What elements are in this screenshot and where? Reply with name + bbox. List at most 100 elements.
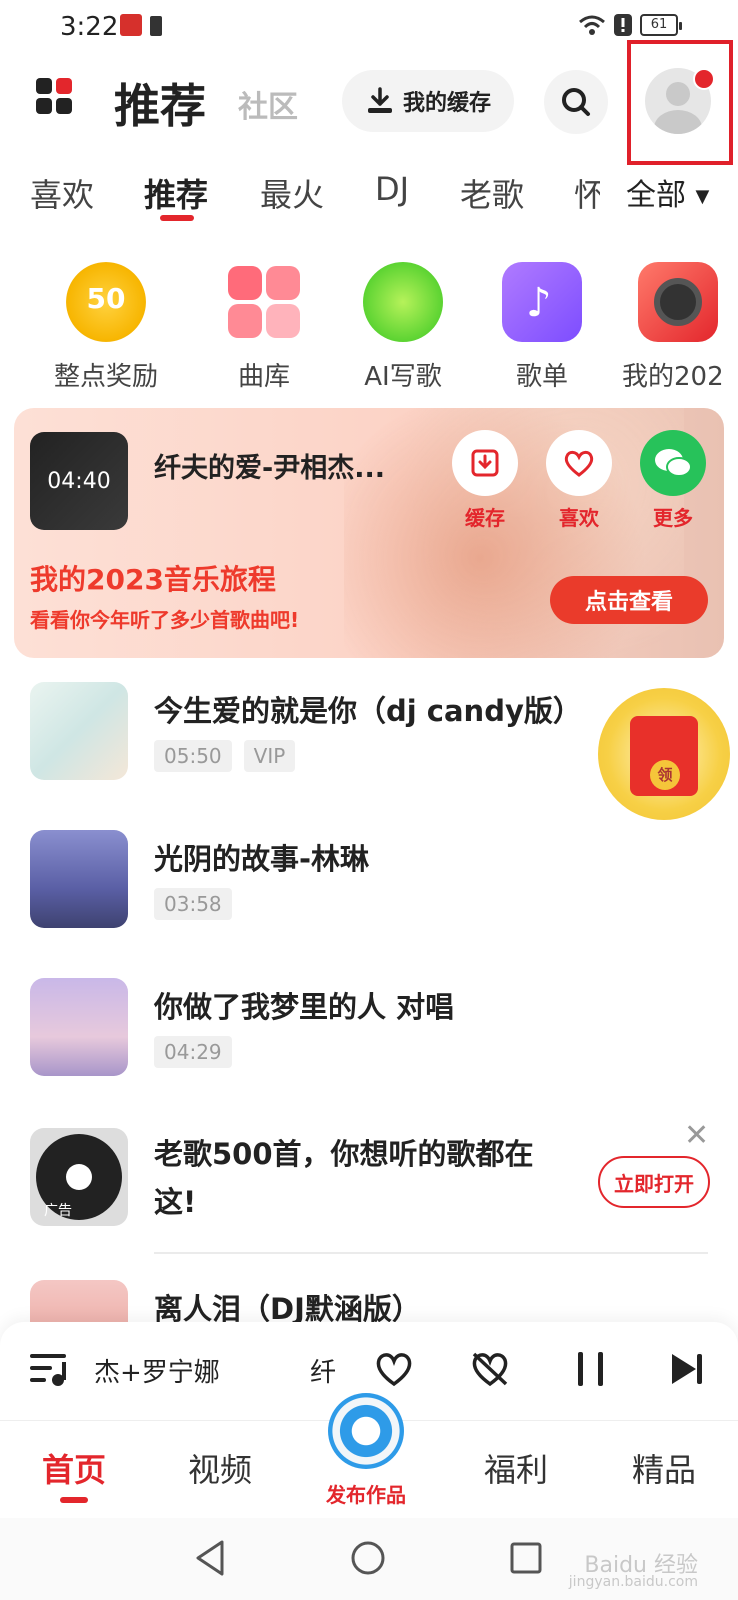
caret-down-icon: ▼: [695, 186, 710, 207]
coin-icon: 50: [66, 262, 146, 342]
tab-like[interactable]: 喜欢: [30, 170, 94, 216]
active-nav-indicator: [60, 1497, 88, 1503]
player-artist: 杰+罗宁娜: [94, 1358, 220, 1388]
active-tab-indicator: [160, 215, 194, 221]
shortcut-label: 曲库: [237, 362, 290, 392]
more-action-label: 更多: [653, 506, 693, 530]
nav-home[interactable]: 首页: [42, 1445, 106, 1491]
player-title: 纤: [310, 1358, 337, 1388]
nav-premium[interactable]: 精品: [632, 1445, 696, 1491]
song-cover: [30, 682, 128, 780]
tab-oldies[interactable]: 老歌: [460, 170, 524, 216]
shortcut-label: AI写歌: [364, 362, 442, 392]
home-icon[interactable]: [350, 1540, 386, 1576]
nav-welfare[interactable]: 福利: [484, 1445, 548, 1491]
wifi-icon: [579, 15, 605, 35]
back-icon[interactable]: [194, 1540, 226, 1576]
song-duration: 04:29: [154, 1036, 232, 1068]
next-track-icon[interactable]: [670, 1352, 704, 1386]
search-button[interactable]: [544, 70, 608, 134]
song-title: 光阴的故事-林琳: [154, 842, 370, 876]
dislike-heart-icon[interactable]: [470, 1350, 510, 1388]
banner-song-title[interactable]: 纤夫的爱-尹相杰...: [154, 446, 385, 485]
battery-indicator: 61: [640, 14, 682, 36]
shortcut-ai-songwriting[interactable]: AI写歌: [343, 262, 463, 393]
library-icon: [224, 262, 304, 342]
search-icon: [562, 88, 590, 116]
ad-vinyl-cover: 广告: [30, 1128, 128, 1226]
pause-icon[interactable]: [576, 1352, 606, 1386]
song-duration: 05:50: [154, 740, 232, 772]
alert-icon: [150, 16, 162, 36]
open-ad-button[interactable]: 立即打开: [598, 1156, 710, 1208]
notification-dot: [693, 68, 715, 90]
coin-badge: 50: [86, 282, 126, 315]
music-note-icon: ♪: [502, 262, 582, 342]
tab-hottest[interactable]: 最火: [260, 170, 324, 216]
nav-publish[interactable]: 发布作品: [326, 1479, 406, 1508]
playlist-icon[interactable]: [30, 1352, 68, 1388]
download-box-icon: [471, 449, 499, 477]
banner-more-button[interactable]: 更多: [640, 430, 706, 531]
shortcut-playlist[interactable]: ♪ 歌单: [482, 262, 602, 393]
watermark-line1: Baidu 经验: [584, 1553, 698, 1578]
shortcut-label: 整点奖励: [53, 362, 158, 392]
song-title: 你做了我梦里的人 对唱: [154, 990, 455, 1024]
ad-badge: 广告: [44, 1203, 72, 1219]
lifebuoy-icon[interactable]: [328, 1393, 404, 1469]
status-indicators: 61: [578, 14, 682, 36]
song-cover: [30, 978, 128, 1076]
wechat-icon: [655, 449, 692, 477]
ad-title: 老歌500首，你想听的歌都在这!: [154, 1137, 534, 1219]
download-icon: [367, 87, 392, 113]
banner-cache-button[interactable]: 缓存: [452, 430, 518, 531]
shortcut-my-2023[interactable]: 我的202: [618, 262, 738, 393]
tab-dj[interactable]: DJ: [375, 170, 409, 208]
ai-write-icon: [363, 262, 443, 342]
song-duration: 03:58: [154, 888, 232, 920]
ad-row[interactable]: 广告 老歌500首，你想听的歌都在这!: [30, 1128, 590, 1228]
bottom-navigation: 首页 视频 发布作品 福利 精品: [0, 1393, 738, 1518]
banner-like-button[interactable]: 喜欢: [546, 430, 612, 531]
close-icon[interactable]: ✕: [684, 1118, 709, 1153]
status-time: 3:22: [60, 12, 119, 42]
app-menu-icon[interactable]: [36, 78, 74, 116]
recents-icon[interactable]: [510, 1542, 542, 1574]
all-categories-dropdown[interactable]: 全部 ▼: [622, 170, 710, 214]
shortcut-library[interactable]: 曲库: [204, 262, 324, 393]
my-cache-label: 我的缓存: [402, 91, 491, 116]
all-categories-label: 全部: [626, 178, 686, 213]
song-title: 今生爱的就是你（dj candy版）: [154, 694, 582, 728]
alert-icon: [614, 14, 632, 36]
heart-icon: [564, 450, 594, 477]
year-recap-banner[interactable]: 04:40 纤夫的爱-尹相杰... 缓存 喜欢 更多 我的2023音乐旅程 看看…: [14, 408, 724, 658]
nav-video[interactable]: 视频: [188, 1445, 252, 1491]
heart-icon[interactable]: [374, 1350, 414, 1388]
song-row[interactable]: 今生爱的就是你（dj candy版） 05:50 VIP: [30, 682, 590, 782]
song-row[interactable]: 光阴的故事-林琳 03:58: [30, 830, 590, 930]
notification-app-icon: [120, 14, 142, 36]
shortcut-hourly-reward[interactable]: 50 整点奖励: [46, 262, 166, 393]
like-action-label: 喜欢: [559, 506, 599, 530]
tab-recommend[interactable]: 推荐: [144, 170, 208, 216]
my-cache-button[interactable]: 我的缓存: [342, 70, 514, 132]
view-recap-button[interactable]: 点击查看: [550, 576, 708, 624]
banner-headline: 我的2023音乐旅程: [30, 563, 276, 596]
banner-duration: 04:40: [47, 468, 111, 494]
banner-subline: 看看你今年听了多少首歌曲吧!: [30, 608, 300, 632]
vip-badge: VIP: [243, 740, 296, 772]
song-cover: [30, 830, 128, 928]
red-envelope-reward[interactable]: 领: [598, 688, 730, 820]
song-row[interactable]: 你做了我梦里的人 对唱 04:29: [30, 978, 590, 1078]
banner-song-thumbnail[interactable]: 04:40: [30, 432, 128, 530]
system-navigation-bar: Baidu 经验 jingyan.baidu.com: [0, 1518, 738, 1600]
shortcut-label: 歌单: [515, 362, 568, 392]
tab-community[interactable]: 社区: [238, 82, 298, 126]
watermark: Baidu 经验 jingyan.baidu.com: [568, 1553, 698, 1591]
cache-action-label: 缓存: [465, 506, 505, 530]
page-title[interactable]: 推荐: [114, 70, 206, 136]
shortcut-label: 我的202: [622, 362, 724, 392]
watermark-line2: jingyan.baidu.com: [568, 1574, 698, 1590]
avatar-highlight-box[interactable]: [627, 40, 733, 165]
tab-partial[interactable]: 怀: [574, 170, 600, 216]
